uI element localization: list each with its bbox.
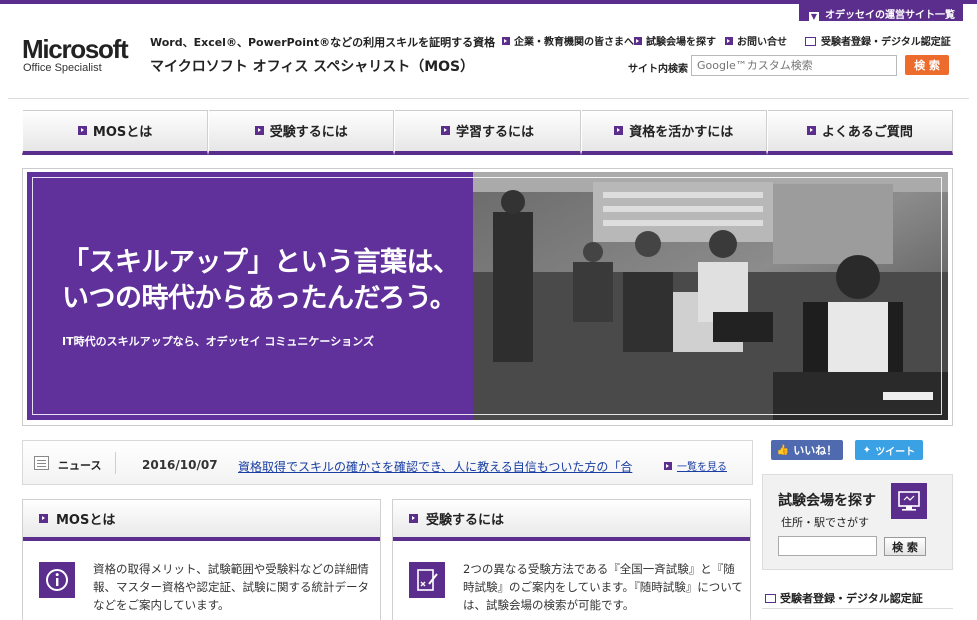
exam-sheet-icon — [409, 562, 445, 598]
arrow-right-icon — [77, 126, 87, 135]
arrow-right-icon — [614, 126, 624, 135]
header-link-contact[interactable]: お問い合せ — [725, 33, 787, 48]
thumbs-up-icon: 👍 — [776, 444, 790, 456]
sidebar-divider — [762, 608, 953, 609]
arrow-right-icon — [441, 126, 450, 135]
operated-sites-link[interactable]: ▼ オデッセイの運営サイト一覧 — [799, 4, 963, 22]
tagline-line1: Word、Excel®、PowerPoint®などの利用スキルを証明する資格 — [150, 36, 496, 49]
news-label: ニュース — [58, 459, 102, 472]
news-date: 2016/10/07 — [142, 458, 218, 472]
about-mos-heading[interactable]: MOSとは — [23, 500, 380, 541]
exam-center-search-button[interactable]: 検 索 — [884, 537, 926, 556]
site-search-label: サイト内検索 — [628, 64, 688, 75]
newspaper-icon — [34, 456, 49, 470]
nav-faq[interactable]: よくあるご質問 — [766, 110, 954, 155]
header-link-find-center[interactable]: 試験会場を探す — [634, 33, 716, 48]
arrow-right-icon — [806, 126, 816, 135]
hero-subline: IT時代のスキルアップなら、オデッセイ コミュニケーションズ — [62, 335, 374, 348]
arrow-right-icon — [725, 37, 733, 45]
computer-monitor-icon — [891, 483, 927, 519]
arrow-right-icon — [502, 37, 510, 45]
exam-center-search-input[interactable] — [778, 536, 877, 556]
logo-subtitle: Office Specialist — [23, 62, 102, 74]
header-link-corporate[interactable]: 企業・教育機関の皆さまへ — [502, 33, 634, 48]
arrow-right-icon — [254, 126, 264, 135]
global-nav: MOSとは 受験するには 学習するには 資格を活かすには よくあるご質問 — [22, 110, 954, 155]
nav-study[interactable]: 学習するには — [394, 110, 581, 155]
external-window-icon — [765, 594, 776, 603]
facebook-like-button[interactable]: 👍 いいね！ — [771, 440, 843, 460]
how-to-take-box: 受験するには 2つの異なる受験方法である『全国一斉試験』と『随時試験』のご案内を… — [392, 499, 751, 620]
how-to-take-heading[interactable]: 受験するには — [393, 500, 750, 541]
tweet-button[interactable]: ✦ ツイート — [855, 440, 923, 460]
operated-sites-label: オデッセイの運営サイト一覧 — [825, 10, 955, 21]
site-search-input[interactable] — [691, 55, 897, 76]
arrow-right-icon — [39, 514, 48, 523]
news-more-link[interactable]: 一覧を見る — [664, 458, 727, 473]
info-icon — [39, 562, 75, 598]
tagline-line2: マイクロソフト オフィス スペシャリスト（MOS） — [150, 59, 475, 75]
site-search-button[interactable]: 検 索 — [905, 55, 949, 75]
how-to-take-text: 2つの異なる受験方法である『全国一斉試験』と『随時試験』のご案内をしています。『… — [463, 562, 743, 612]
external-window-icon — [805, 37, 816, 46]
about-mos-text: 資格の取得メリット、試験範囲や受験料などの詳細情報、マスター資格や認定証、試験に… — [93, 562, 369, 612]
twitter-bird-icon: ✦ — [862, 444, 872, 456]
header-link-register[interactable]: 受験者登録・デジタル認定証 — [805, 33, 951, 48]
arrow-right-icon — [664, 462, 672, 470]
nav-about-mos[interactable]: MOSとは — [22, 110, 209, 155]
exam-center-subtitle: 住所・駅でさがす — [781, 516, 869, 529]
nav-how-to-take[interactable]: 受験するには — [208, 110, 395, 155]
sidebar-register-link[interactable]: 受験者登録・デジタル認定証 — [765, 590, 923, 606]
arrow-right-icon — [409, 514, 418, 523]
arrow-right-icon — [634, 37, 642, 45]
about-mos-box: MOSとは 資格の取得メリット、試験範囲や受験料などの詳細情報、マスター資格や認… — [22, 499, 381, 620]
arrow-down-icon: ▼ — [809, 12, 819, 22]
microsoft-logo[interactable]: Microsoft — [22, 34, 129, 65]
exam-center-title: 試験会場を探す — [778, 493, 876, 509]
header-divider — [8, 98, 969, 99]
nav-use-qualification[interactable]: 資格を活かすには — [580, 110, 767, 155]
news-headline-link[interactable]: 資格取得でスキルの確かさを確認でき、人に教える自信もついた方の「合 — [238, 458, 638, 475]
hero-headline-line1: 「スキルアップ」という言葉は、 — [62, 247, 460, 278]
news-separator — [115, 452, 116, 474]
hero-headline-line2: いつの時代からあったんだろう。 — [62, 283, 457, 314]
